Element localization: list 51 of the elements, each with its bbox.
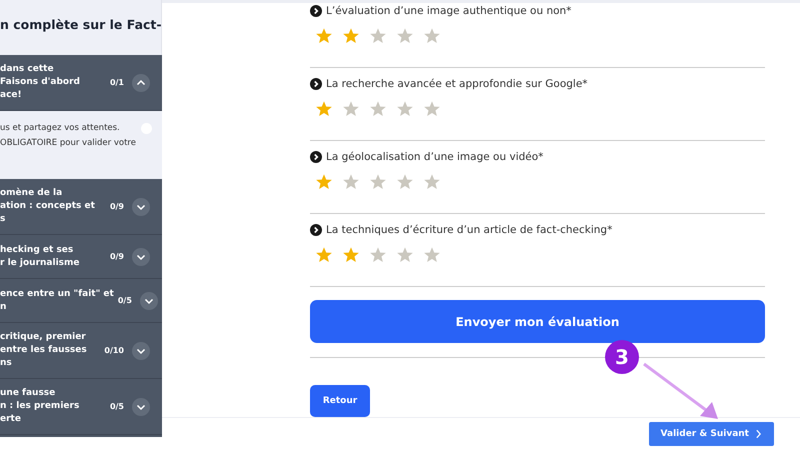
lesson-item[interactable]: us et partagez vos attentes. OBLIGATOIRE pour valider votre (0, 111, 162, 179)
star-icon[interactable] (396, 173, 414, 192)
chevron-right-icon (755, 429, 762, 440)
star-rating[interactable] (315, 173, 441, 192)
chevron-bullet-icon (310, 224, 322, 236)
star-rating[interactable] (315, 27, 441, 46)
course-title: n complète sur le Fact- (0, 17, 162, 32)
star-rating[interactable] (315, 246, 441, 264)
chevron-icon[interactable] (132, 248, 150, 266)
chevron-bullet-icon (310, 151, 322, 164)
chevron-icon[interactable] (132, 398, 150, 416)
star-icon[interactable] (396, 100, 414, 118)
star-icon[interactable] (315, 27, 333, 46)
star-icon[interactable] (369, 27, 387, 46)
back-button[interactable]: Retour (310, 385, 370, 418)
rating-question: La recherche avancée et approfondie sur Google* (326, 78, 588, 90)
chevron-icon[interactable] (140, 292, 158, 310)
chevron-bullet-icon (310, 5, 322, 18)
star-icon[interactable] (423, 246, 441, 264)
progress-count: 0/5 (118, 296, 132, 305)
progress-count: 0/5 (110, 402, 124, 411)
star-icon[interactable] (369, 173, 387, 192)
submit-rating-button[interactable]: Envoyer mon évaluation (310, 300, 765, 344)
star-rating[interactable] (315, 100, 441, 118)
star-icon[interactable] (396, 27, 414, 46)
validate-next-button[interactable]: Valider & Suivant (648, 422, 774, 446)
star-icon[interactable] (315, 100, 333, 118)
progress-count: 0/9 (110, 252, 124, 261)
rating-question: La géolocalisation d’une image ou vidéo* (326, 151, 544, 164)
progress-count: 0/1 (110, 78, 124, 87)
rating-question: La techniques d’écriture d’un article de fact-checking* (326, 224, 612, 236)
star-icon[interactable] (342, 173, 360, 192)
star-icon[interactable] (396, 246, 414, 264)
progress-count: 0/10 (104, 346, 124, 355)
progress-count: 0/9 (110, 202, 124, 211)
star-icon[interactable] (315, 173, 333, 192)
star-icon[interactable] (423, 173, 441, 192)
star-icon[interactable] (315, 246, 333, 264)
step-number-badge: 3 (605, 340, 639, 374)
star-icon[interactable] (423, 27, 441, 46)
star-icon[interactable] (342, 27, 360, 46)
chevron-icon[interactable] (132, 74, 150, 92)
star-icon[interactable] (369, 246, 387, 264)
star-icon[interactable] (369, 100, 387, 118)
star-icon[interactable] (423, 100, 441, 118)
chevron-icon[interactable] (132, 342, 150, 360)
rating-question: L’évaluation d’une image authentique ou non* (326, 5, 572, 18)
chevron-bullet-icon (310, 78, 322, 90)
chevron-icon[interactable] (132, 198, 150, 216)
star-icon[interactable] (342, 100, 360, 118)
star-icon[interactable] (342, 246, 360, 264)
